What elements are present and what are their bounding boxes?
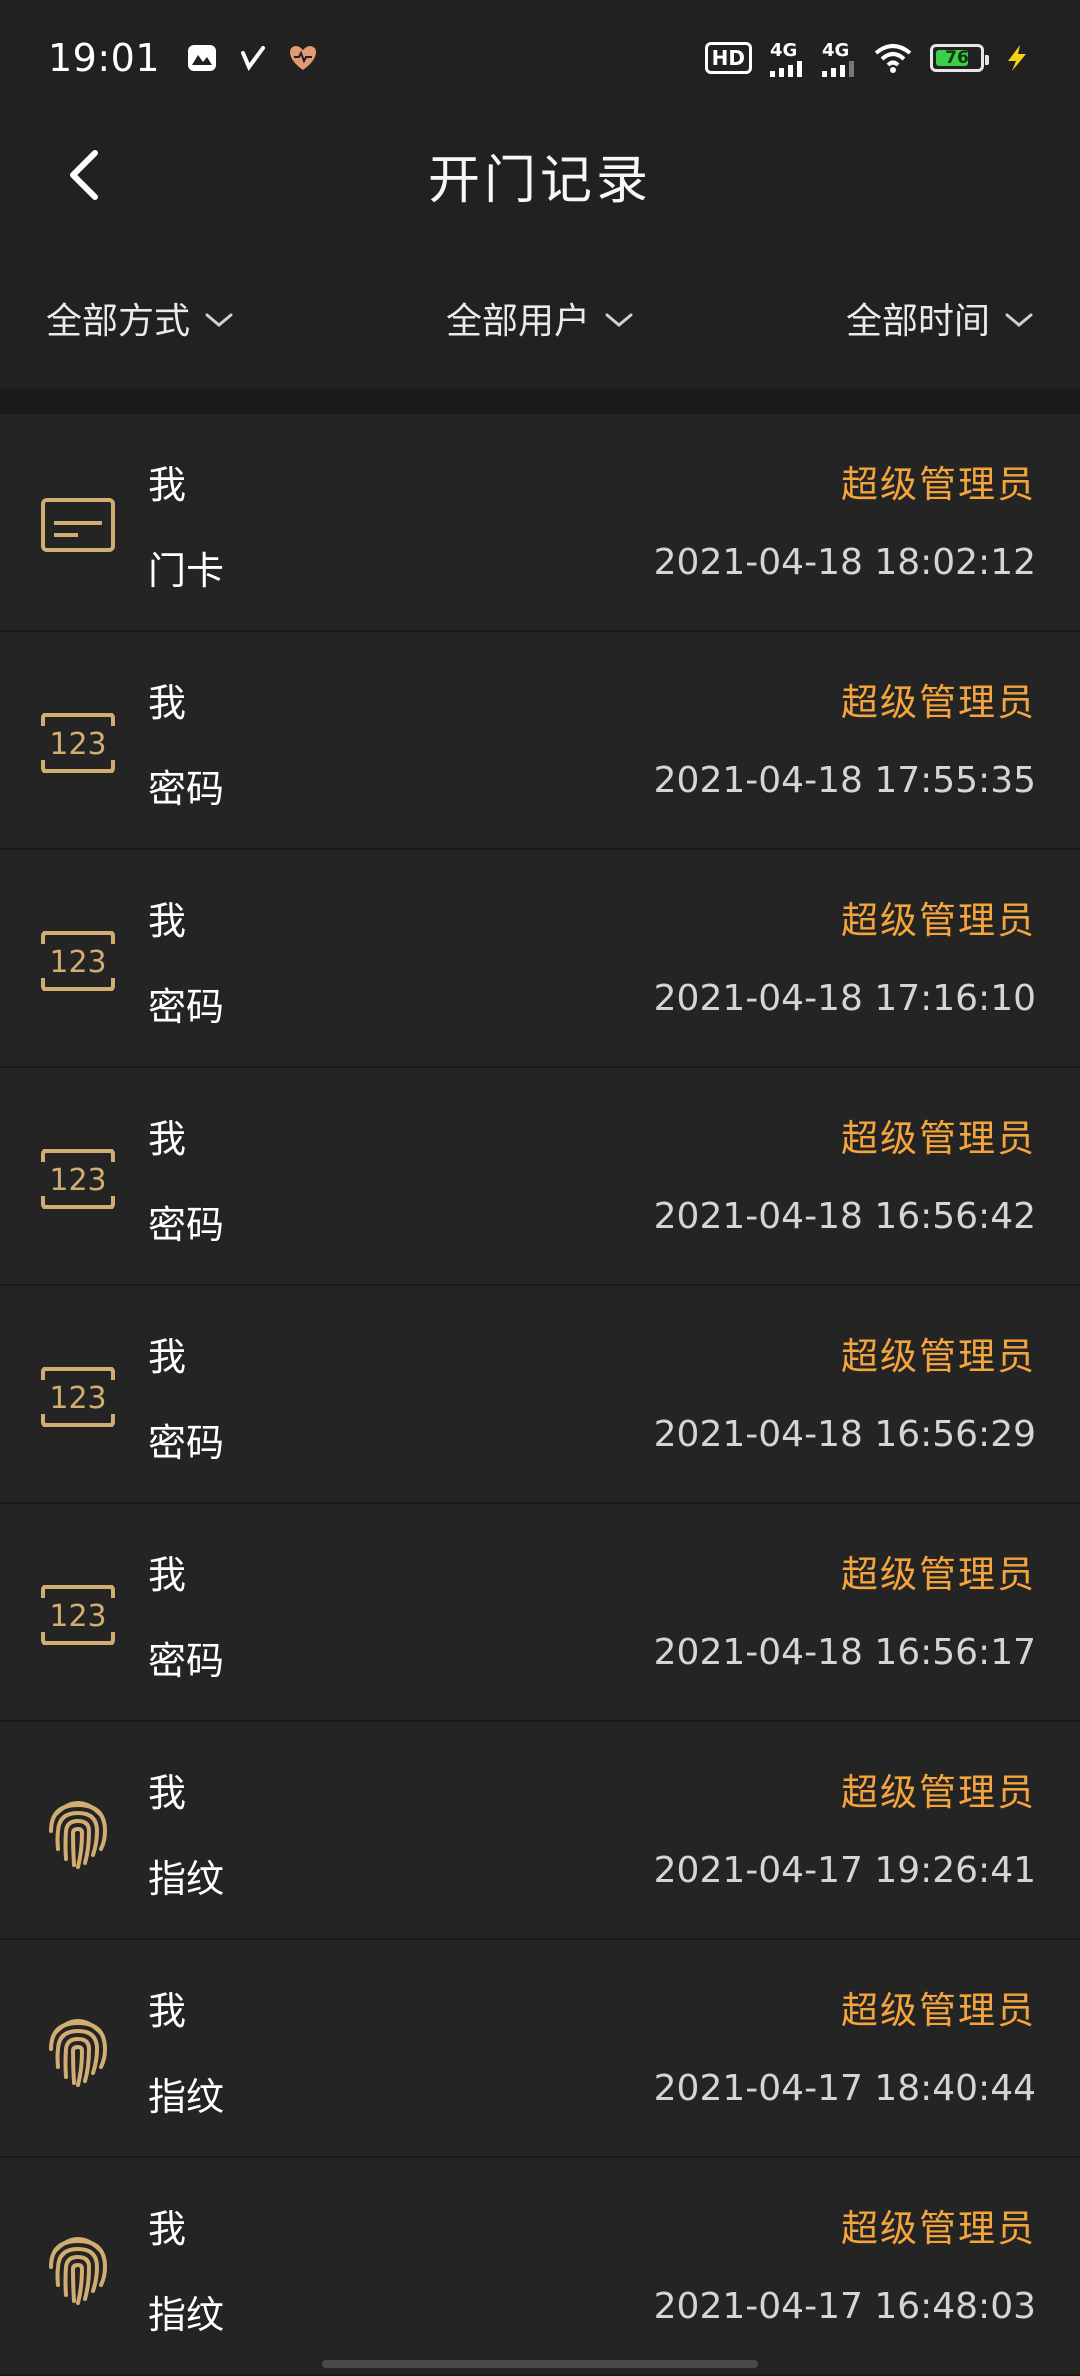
- password-123-icon: 123: [38, 1146, 118, 1212]
- record-timestamp: 2021-04-18 16:56:42: [653, 1196, 1036, 1237]
- record-timestamp: 2021-04-18 16:56:29: [653, 1414, 1036, 1455]
- card-icon: [38, 492, 118, 558]
- filter-user-dropdown[interactable]: 全部用户: [446, 292, 634, 344]
- chevron-down-icon: [1004, 311, 1034, 329]
- record-method: 密码: [148, 985, 225, 1029]
- record-method: 密码: [148, 1421, 225, 1465]
- filter-user-label: 全部用户: [445, 301, 590, 342]
- back-button[interactable]: [48, 140, 118, 210]
- record-timestamp: 2021-04-18 17:55:35: [653, 760, 1036, 801]
- record-user: 我: [148, 463, 187, 507]
- status-left-icons: [186, 43, 318, 73]
- charging-icon: [1002, 43, 1032, 73]
- svg-text:123: 123: [49, 1381, 106, 1416]
- record-row[interactable]: 123 我密码 超级管理员 2021-04-18 16:56:17: [0, 1504, 1080, 1722]
- health-heart-icon: [288, 44, 318, 72]
- record-row[interactable]: 我指纹 超级管理员 2021-04-17 18:40:44: [0, 1940, 1080, 2158]
- record-role-badge: 超级管理员: [841, 463, 1036, 506]
- fingerprint-icon: [38, 2018, 118, 2087]
- record-method: 密码: [148, 767, 225, 811]
- status-bar: 19:01 HD 4G 4G 76: [0, 0, 1080, 116]
- record-timestamp: 2021-04-18 16:56:17: [653, 1632, 1036, 1673]
- page-title: 开门记录: [427, 150, 652, 211]
- page-header: 开门记录: [0, 116, 1080, 234]
- record-row[interactable]: 123 我密码 超级管理员 2021-04-18 17:55:35: [0, 632, 1080, 850]
- wifi-icon: [874, 43, 912, 73]
- svg-text:123: 123: [49, 1599, 106, 1634]
- password-123-icon: 123: [38, 1364, 118, 1430]
- record-method: 密码: [148, 1639, 225, 1683]
- record-role-badge: 超级管理员: [841, 1117, 1036, 1160]
- record-role-badge: 超级管理员: [841, 1989, 1036, 2032]
- record-method: 指纹: [148, 2075, 225, 2119]
- record-user: 我: [148, 681, 187, 725]
- record-timestamp: 2021-04-17 18:40:44: [653, 2068, 1036, 2109]
- filter-method-dropdown[interactable]: 全部方式: [46, 292, 234, 344]
- filter-time-label: 全部时间: [845, 301, 990, 342]
- battery-icon: 76: [930, 44, 989, 72]
- record-row[interactable]: 123 我密码 超级管理员 2021-04-18 16:56:29: [0, 1286, 1080, 1504]
- record-role-badge: 超级管理员: [841, 681, 1036, 724]
- hd-call-icon: HD: [704, 42, 752, 74]
- password-123-icon: 123: [38, 928, 118, 994]
- record-role-badge: 超级管理员: [841, 899, 1036, 942]
- filter-time-dropdown[interactable]: 全部时间: [846, 292, 1034, 344]
- filter-method-label: 全部方式: [46, 301, 191, 342]
- status-right-icons: HD 4G 4G 76: [704, 40, 1032, 77]
- record-role-badge: 超级管理员: [841, 1335, 1036, 1378]
- chevron-down-icon: [604, 311, 634, 329]
- record-row[interactable]: 我门卡 超级管理员 2021-04-18 18:02:12: [0, 414, 1080, 632]
- record-role-badge: 超级管理员: [841, 1553, 1036, 1596]
- record-timestamp: 2021-04-17 19:26:41: [653, 1850, 1036, 1891]
- record-timestamp: 2021-04-17 16:48:03: [653, 2286, 1036, 2327]
- svg-text:123: 123: [49, 1163, 106, 1198]
- section-divider: [0, 388, 1080, 414]
- record-user: 我: [148, 1117, 187, 1161]
- record-row[interactable]: 123 我密码 超级管理员 2021-04-18 17:16:10: [0, 850, 1080, 1068]
- chevron-down-icon: [204, 311, 234, 329]
- password-123-icon: 123: [38, 1582, 118, 1648]
- svg-text:123: 123: [49, 727, 106, 762]
- signal-icon: 4G: [822, 40, 856, 77]
- record-timestamp: 2021-04-18 18:02:12: [653, 542, 1036, 583]
- filter-bar: 全部方式 全部用户 全部时间: [0, 258, 1080, 378]
- record-user: 我: [148, 1335, 187, 1379]
- record-role-badge: 超级管理员: [841, 2207, 1036, 2250]
- record-row[interactable]: 我指纹 超级管理员 2021-04-17 19:26:41: [0, 1722, 1080, 1940]
- fingerprint-icon: [38, 1800, 118, 1869]
- home-indicator[interactable]: [322, 2360, 758, 2368]
- chevron-left-icon: [70, 150, 98, 200]
- record-user: 我: [148, 1771, 187, 1815]
- status-time: 19:01: [48, 36, 161, 80]
- record-user: 我: [148, 1553, 187, 1597]
- record-method: 门卡: [148, 549, 225, 593]
- record-method: 密码: [148, 1203, 225, 1247]
- gallery-icon: [186, 43, 218, 73]
- signal-icon: 4G: [770, 40, 804, 77]
- password-123-icon: 123: [38, 710, 118, 776]
- record-user: 我: [148, 1989, 187, 2033]
- record-method: 指纹: [148, 2293, 225, 2337]
- record-user: 我: [148, 899, 187, 943]
- record-timestamp: 2021-04-18 17:16:10: [653, 978, 1036, 1019]
- record-row[interactable]: 我指纹 超级管理员 2021-04-17 16:48:03: [0, 2158, 1080, 2376]
- record-list: 我门卡 超级管理员 2021-04-18 18:02:12 123 我密码 超级管理员 20…: [0, 414, 1080, 2376]
- record-user: 我: [148, 2207, 187, 2251]
- record-role-badge: 超级管理员: [841, 1771, 1036, 1814]
- record-row[interactable]: 123 我密码 超级管理员 2021-04-18 16:56:42: [0, 1068, 1080, 1286]
- checkmark-app-icon: [240, 45, 266, 71]
- svg-text:123: 123: [49, 945, 106, 980]
- record-method: 指纹: [148, 1857, 225, 1901]
- fingerprint-icon: [38, 2236, 118, 2305]
